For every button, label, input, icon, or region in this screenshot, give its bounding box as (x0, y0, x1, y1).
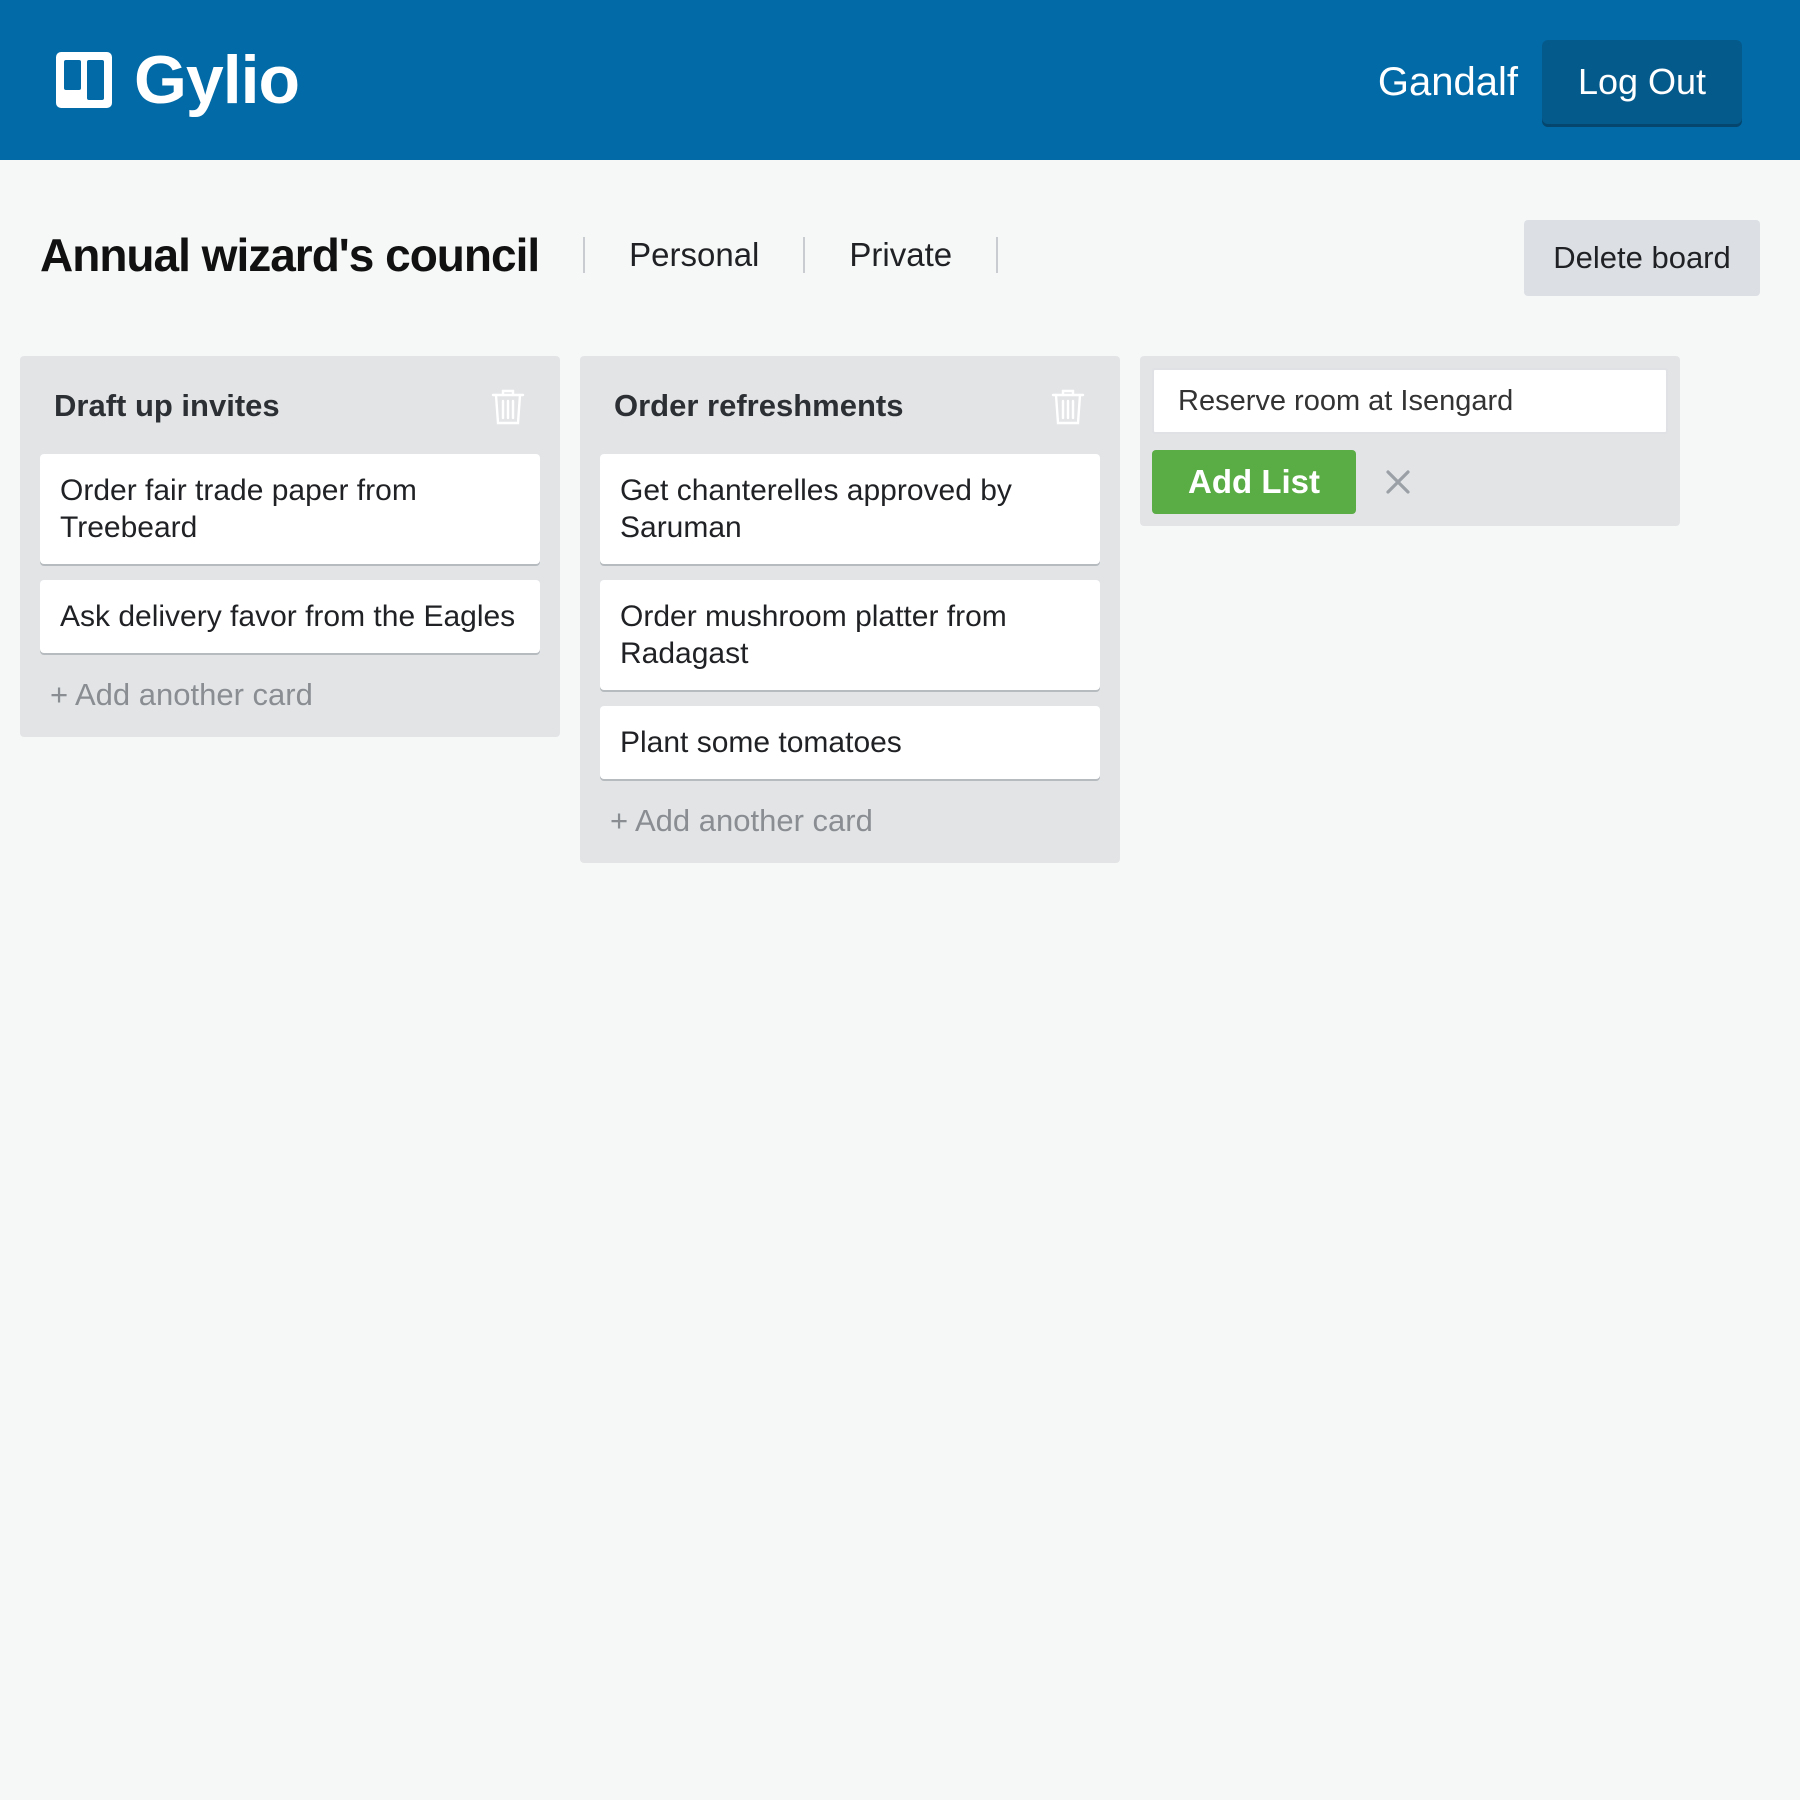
list-header: Order refreshments (600, 356, 1100, 454)
delete-board-button[interactable]: Delete board (1524, 220, 1760, 296)
trash-icon[interactable] (490, 388, 526, 426)
board-header: Annual wizard's council Personal Private (40, 220, 1042, 290)
board-visibility-tag[interactable]: Private (849, 236, 952, 274)
card[interactable]: Get chanterelles approved by Saruman (600, 454, 1100, 564)
list-title-input[interactable] (1152, 368, 1668, 434)
list-title[interactable]: Draft up invites (54, 388, 280, 424)
app-name: Gylio (134, 42, 300, 118)
username: Gandalf (1377, 60, 1518, 104)
close-icon[interactable] (1380, 464, 1416, 500)
brand[interactable]: Gylio (56, 36, 300, 124)
add-card-button[interactable]: + Add another card (40, 677, 540, 713)
logout-button[interactable]: Log Out (1542, 40, 1742, 124)
add-list-composer: Add List (1140, 356, 1680, 526)
card[interactable]: Ask delivery favor from the Eagles (40, 580, 540, 653)
divider (583, 237, 586, 273)
divider (996, 237, 999, 273)
add-card-button[interactable]: + Add another card (600, 803, 1100, 839)
trash-icon[interactable] (1050, 388, 1086, 426)
list-draft-up-invites: Draft up invites Order fair trade paper … (20, 356, 560, 737)
card[interactable]: Order fair trade paper from Treebeard (40, 454, 540, 564)
board-logo-icon (56, 52, 112, 108)
list-title[interactable]: Order refreshments (614, 388, 903, 424)
list-header: Draft up invites (40, 356, 540, 454)
board-team-tag[interactable]: Personal (629, 236, 759, 274)
top-bar: Gylio Gandalf Log Out (0, 0, 1800, 160)
board-title[interactable]: Annual wizard's council (40, 228, 540, 282)
divider (803, 237, 806, 273)
list-order-refreshments: Order refreshments Get chanterelles appr… (580, 356, 1120, 863)
card[interactable]: Plant some tomatoes (600, 706, 1100, 779)
add-list-button[interactable]: Add List (1152, 450, 1356, 514)
card[interactable]: Order mushroom platter from Radagast (600, 580, 1100, 690)
